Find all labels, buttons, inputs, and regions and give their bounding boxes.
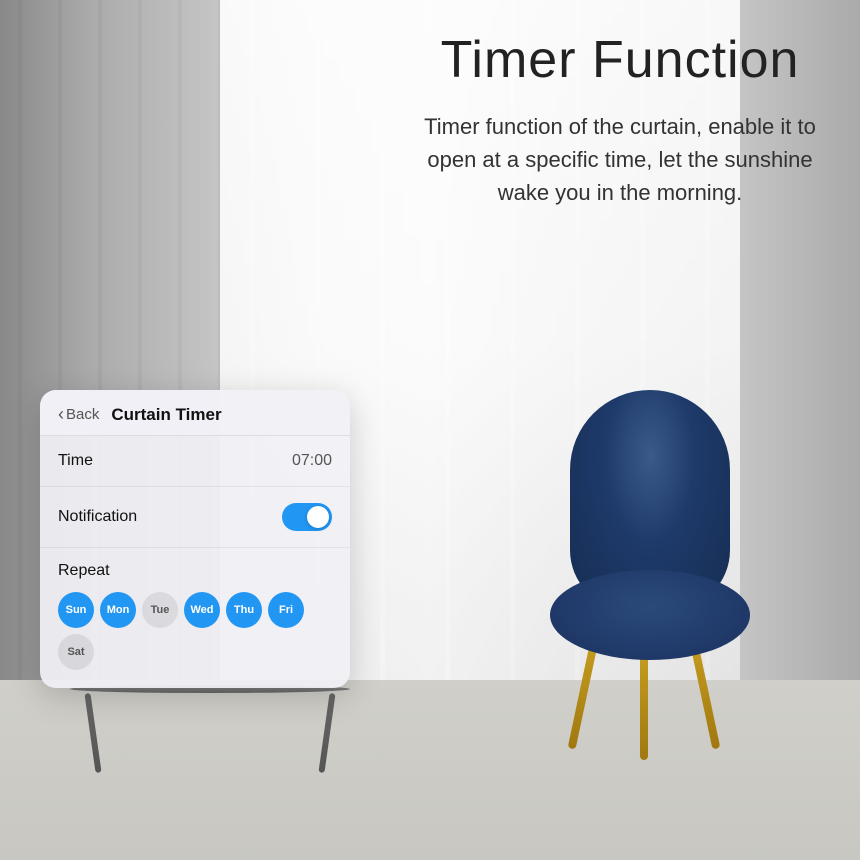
notification-label: Notification <box>58 508 137 526</box>
repeat-section: Repeat SunMonTueWedThuFri Sat <box>40 548 350 688</box>
time-value: 07:00 <box>292 452 332 470</box>
back-button[interactable]: ‹ Back <box>58 404 99 425</box>
header-description: Timer function of the curtain, enable it… <box>410 110 830 209</box>
page-title: Timer Function <box>410 30 830 90</box>
back-chevron-icon: ‹ <box>58 404 64 425</box>
chair <box>540 390 760 710</box>
day-buttons-container: SunMonTueWedThuFri Sat <box>58 592 332 670</box>
card-title: Curtain Timer <box>111 405 221 425</box>
chair-seat <box>550 570 750 660</box>
repeat-label: Repeat <box>58 562 332 580</box>
day-button-fri[interactable]: Fri <box>268 592 304 628</box>
time-row[interactable]: Time 07:00 <box>40 436 350 487</box>
back-label: Back <box>66 406 99 423</box>
day-button-sun[interactable]: Sun <box>58 592 94 628</box>
time-label: Time <box>58 452 93 470</box>
notification-row: Notification <box>40 487 350 548</box>
toggle-knob <box>307 506 329 528</box>
notification-toggle[interactable] <box>282 503 332 531</box>
day-button-tue[interactable]: Tue <box>142 592 178 628</box>
table <box>60 685 360 715</box>
day-button-wed[interactable]: Wed <box>184 592 220 628</box>
timer-card: ‹ Back Curtain Timer Time 07:00 Notifica… <box>40 390 350 688</box>
day-button-sat[interactable]: Sat <box>58 634 94 670</box>
day-button-mon[interactable]: Mon <box>100 592 136 628</box>
day-button-thu[interactable]: Thu <box>226 592 262 628</box>
card-header: ‹ Back Curtain Timer <box>40 390 350 436</box>
header-section: Timer Function Timer function of the cur… <box>410 30 830 209</box>
